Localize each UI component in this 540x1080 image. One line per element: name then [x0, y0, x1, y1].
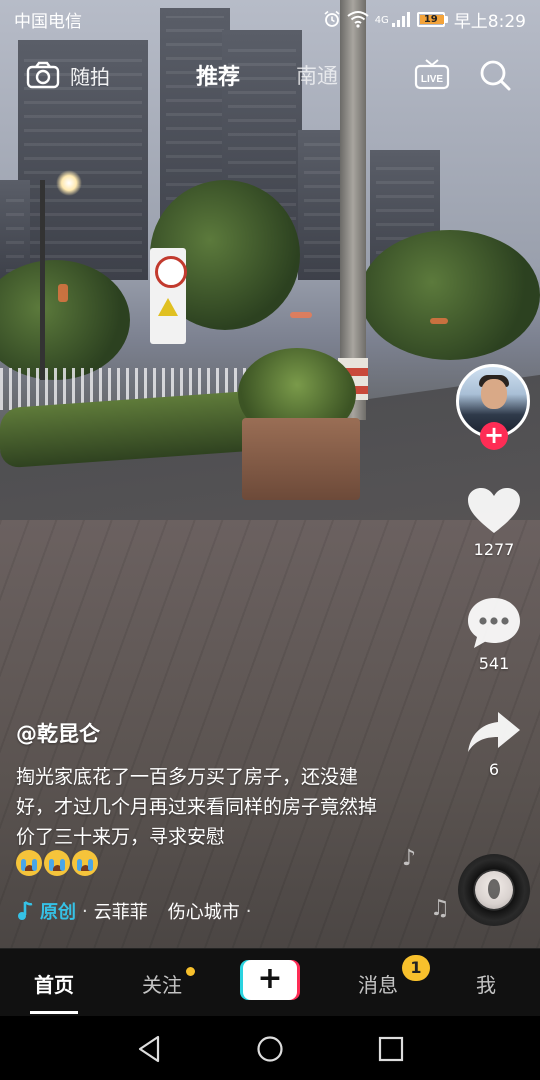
- wifi-icon: [347, 11, 369, 28]
- share-arrow-icon: [468, 712, 520, 752]
- carrier-label: 中国电信: [14, 11, 82, 32]
- clock: 早上8:29: [453, 11, 526, 32]
- tab-recommend[interactable]: 推荐: [196, 52, 240, 98]
- crying-emoji-mouth: [53, 865, 62, 871]
- traffic-sign: [150, 248, 187, 344]
- like-button[interactable]: 1277: [460, 486, 528, 559]
- comment-button[interactable]: 541: [460, 596, 528, 673]
- battery-icon: 19: [416, 11, 448, 27]
- comment-count: 541: [478, 654, 510, 673]
- crying-emoji-icon: [16, 850, 42, 876]
- tab-home-label: 首页: [34, 972, 74, 997]
- active-tab-indicator: [30, 1011, 78, 1014]
- top-nav: 随拍 推荐 南通 LIVE: [0, 52, 540, 98]
- live-label: LIVE: [421, 74, 444, 85]
- heart-icon: [468, 488, 520, 533]
- system-navigation-bar: [0, 1016, 540, 1080]
- recent-apps-square-icon[interactable]: [376, 1034, 406, 1064]
- street-lamp: [56, 170, 82, 196]
- live-tv-icon: LIVE: [414, 59, 450, 90]
- caption-emojis: [16, 850, 98, 876]
- live-button[interactable]: LIVE: [414, 52, 450, 98]
- crying-emoji-icon: [72, 850, 98, 876]
- share-button[interactable]: 6: [460, 708, 528, 779]
- light-streak: [58, 284, 68, 302]
- alarm-icon: [324, 10, 340, 27]
- tab-home[interactable]: 首页: [0, 949, 108, 1017]
- plus-icon: +: [243, 960, 297, 1000]
- status-bar: 中国电信 4G 19 早上8:29: [0, 0, 540, 38]
- planter-box: [242, 418, 360, 500]
- new-content-dot: [186, 967, 195, 976]
- crying-emoji-mouth: [81, 865, 90, 871]
- signal-icon: [391, 12, 410, 27]
- comment-bubble-icon: [468, 598, 520, 648]
- network-type-label: 4G: [374, 14, 389, 26]
- music-separator: ·: [245, 900, 252, 922]
- original-sound-tag: 原创: [40, 902, 76, 923]
- light-streak: [290, 312, 312, 318]
- music-info[interactable]: 原创 · 云菲菲 伤心城市 ·: [16, 898, 251, 924]
- video-caption: 掏光家底花了一百多万买了房子，还没建好，才过几个月再过来看同样的房子竟然掉价了三…: [16, 766, 378, 848]
- tab-messages-label: 消息: [358, 972, 398, 997]
- tab-following-label: 关注: [142, 972, 182, 997]
- avatar-face: [481, 379, 507, 409]
- floating-music-note-icon: ♪: [402, 846, 417, 871]
- quick-shoot-button[interactable]: 随拍: [26, 52, 110, 98]
- back-triangle-icon[interactable]: [134, 1034, 164, 1064]
- author-name[interactable]: @乾昆仑: [16, 718, 100, 748]
- tree: [360, 230, 540, 360]
- light-streak: [430, 318, 448, 324]
- tab-local-city[interactable]: 南通: [296, 52, 338, 98]
- crying-emoji-icon: [44, 850, 70, 876]
- author-avatar-group: +: [456, 364, 530, 450]
- battery-tip: [444, 15, 448, 23]
- crying-emoji-mouth: [25, 865, 34, 871]
- music-artist: 云菲菲: [93, 902, 148, 923]
- tab-messages[interactable]: 消息 1: [324, 949, 432, 1017]
- share-count: 6: [488, 760, 500, 779]
- quick-shoot-label: 随拍: [70, 64, 110, 89]
- home-circle-icon[interactable]: [255, 1034, 285, 1064]
- music-note-icon: [18, 901, 33, 920]
- music-title: 伤心城市: [167, 902, 240, 923]
- music-disc-button[interactable]: [458, 854, 530, 926]
- street-lamp-pole: [40, 180, 45, 380]
- tab-profile-label: 我: [476, 972, 496, 997]
- search-button[interactable]: [478, 52, 512, 98]
- tab-profile[interactable]: 我: [432, 949, 540, 1017]
- create-video-button[interactable]: +: [240, 960, 300, 1000]
- camera-icon: [26, 61, 60, 89]
- search-icon: [480, 60, 511, 91]
- battery-level: 19: [423, 13, 438, 25]
- battery-body: 19: [416, 11, 445, 27]
- music-disc-cover: [475, 871, 513, 909]
- messages-badge: 1: [402, 955, 430, 981]
- follow-author-button[interactable]: +: [480, 422, 508, 450]
- like-count: 1277: [473, 540, 515, 559]
- status-icons: 4G 19 早上8:29: [323, 7, 526, 32]
- music-separator: ·: [82, 900, 88, 922]
- tab-following[interactable]: 关注: [108, 949, 216, 1017]
- floating-music-note-icon: ♫: [430, 896, 450, 921]
